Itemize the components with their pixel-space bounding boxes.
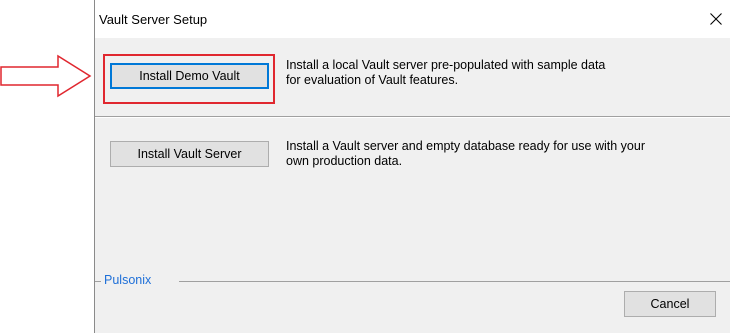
- install-vault-server-button[interactable]: Install Vault Server: [110, 141, 269, 167]
- title-bar: Vault Server Setup: [95, 0, 730, 38]
- close-button[interactable]: [701, 4, 730, 34]
- demo-vault-description: Install a local Vault server pre-populat…: [286, 58, 605, 88]
- window-title: Vault Server Setup: [99, 12, 208, 27]
- annotation-arrow-icon: [0, 54, 92, 98]
- vault-server-description-line2: own production data.: [286, 154, 403, 168]
- dialog-window: Vault Server Setup Install Demo Vault In…: [94, 0, 730, 333]
- vault-server-description: Install a Vault server and empty databas…: [286, 139, 645, 169]
- brand-label: Pulsonix: [104, 273, 152, 287]
- footer-separator-right: [179, 281, 730, 282]
- demo-vault-description-line1: Install a local Vault server pre-populat…: [286, 58, 606, 72]
- separator: [95, 116, 730, 118]
- footer-separator-left: [95, 281, 101, 282]
- dialog-content: Install Demo Vault Install a local Vault…: [95, 38, 730, 333]
- install-demo-vault-button[interactable]: Install Demo Vault: [110, 63, 269, 89]
- close-icon: [710, 13, 722, 25]
- cancel-button[interactable]: Cancel: [624, 291, 716, 317]
- demo-vault-description-line2: for evaluation of Vault features.: [286, 73, 459, 87]
- vault-server-description-line1: Install a Vault server and empty databas…: [286, 139, 645, 153]
